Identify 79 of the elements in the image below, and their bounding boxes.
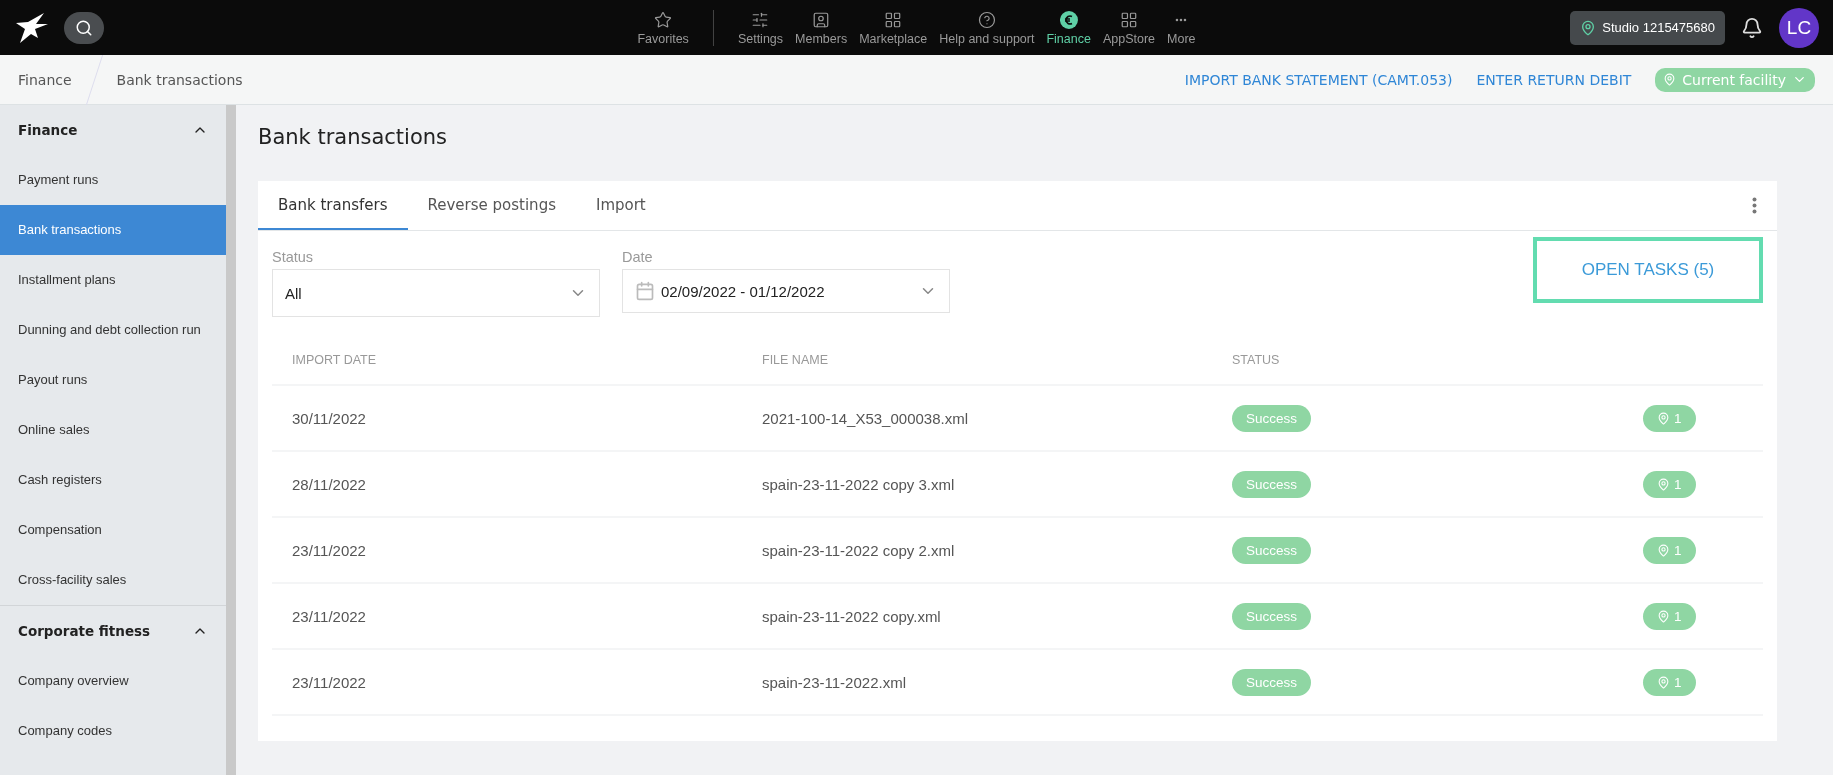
nav-item[interactable]: Help and support — [933, 9, 1041, 46]
nav-item[interactable]: Members — [789, 9, 854, 46]
sidebar-item[interactable]: Cross-facility sales — [0, 555, 226, 605]
table-cell-text: 28/11/2022 — [291, 475, 367, 493]
pin-icon — [1580, 19, 1597, 36]
sidebar-item[interactable]: Company codes — [0, 706, 226, 756]
tab[interactable]: Bank transfers — [258, 181, 408, 230]
nav-item[interactable]: Marketplace — [853, 9, 934, 46]
table-cell-text: 23/11/2022 — [291, 673, 367, 691]
user-avatar[interactable]: LC — [1779, 7, 1819, 48]
nav-item[interactable]: More — [1161, 9, 1202, 46]
nav-item[interactable]: AppStore — [1096, 9, 1162, 46]
tab[interactable]: Reverse postings — [407, 181, 576, 230]
tab[interactable]: Import — [575, 181, 666, 230]
euro-icon — [1059, 10, 1078, 29]
nav-item[interactable]: Finance — [1040, 9, 1097, 46]
pin-icon — [1657, 477, 1670, 491]
table-cell-text: 30/11/2022 — [291, 409, 367, 427]
location-count-tag: 1 — [1643, 668, 1696, 696]
sidebar-item[interactable]: Compensation — [0, 505, 226, 555]
search-icon — [75, 18, 93, 37]
action-link[interactable]: ENTER RETURN DEBIT — [1476, 71, 1632, 88]
sidebar-item[interactable]: Company overview — [0, 656, 226, 706]
help-icon — [977, 10, 996, 29]
table-cell-text: 23/11/2022 — [291, 607, 367, 625]
table-cell-text: 23/11/2022 — [291, 541, 367, 559]
table-cell-text: spain-23-11-2022 copy 2.xml — [761, 541, 956, 559]
status-tag: Success — [1232, 536, 1312, 564]
page-title: Bank transactions — [258, 125, 448, 149]
sidebar-group-header[interactable]: Finance — [0, 105, 226, 155]
column-header: FILE NAME — [761, 353, 829, 367]
sidebar-item[interactable]: Cash registers — [0, 455, 226, 505]
sidebar-item[interactable]: Online sales — [0, 405, 226, 455]
sliders-icon — [751, 10, 770, 29]
status-tag: Success — [1232, 602, 1312, 630]
pin-icon — [1663, 73, 1677, 86]
filter-label: Status — [272, 249, 315, 265]
pin-icon — [1657, 411, 1670, 425]
breadcrumb-link[interactable]: Bank transactions — [116, 71, 243, 88]
sidebar-item[interactable]: Installment plans — [0, 255, 226, 305]
member-card-icon — [812, 10, 831, 29]
location-count-tag: 1 — [1643, 470, 1696, 498]
filter-label: Date — [622, 249, 654, 265]
status-tag: Success — [1232, 404, 1312, 432]
search-button[interactable] — [64, 11, 104, 44]
status-tag: Success — [1232, 470, 1312, 498]
table-cell-text: spain-23-11-2022 copy 3.xml — [761, 475, 956, 493]
pin-icon — [1657, 543, 1670, 557]
nav-item[interactable]: Favorites — [631, 9, 695, 46]
sidebar-scrollbar[interactable] — [226, 105, 236, 775]
sidebar-item[interactable]: Dunning and debt collection run — [0, 305, 226, 355]
date-range-select[interactable]: 02/09/2022 - 01/12/2022 — [622, 269, 950, 313]
pin-icon — [1657, 675, 1670, 689]
location-count-tag: 1 — [1643, 404, 1696, 432]
table-cell-text: 2021-100-14_X53_000038.xml — [761, 409, 969, 427]
sidebar-item[interactable]: Payment runs — [0, 155, 226, 205]
sidebar-group-header[interactable]: Corporate fitness — [0, 606, 226, 656]
status-select[interactable]: All — [272, 269, 600, 317]
grid-icon — [884, 10, 903, 29]
location-count-tag: 1 — [1643, 536, 1696, 564]
kebab-icon — [1752, 197, 1757, 214]
grid-icon — [1120, 10, 1138, 29]
star-icon — [654, 10, 673, 29]
sidebar-item[interactable]: Payout runs — [0, 355, 226, 405]
breadcrumb-link[interactable]: Finance — [18, 71, 72, 88]
column-header: STATUS — [1231, 353, 1281, 367]
location-count-tag: 1 — [1643, 602, 1696, 630]
table-cell-text: spain-23-11-2022.xml — [761, 673, 907, 691]
notification-icon[interactable] — [1741, 16, 1763, 39]
table-cell-text: spain-23-11-2022 copy.xml — [761, 607, 942, 625]
pin-icon — [1657, 609, 1670, 623]
column-header: IMPORT DATE — [291, 353, 378, 367]
calendar-icon — [635, 281, 655, 301]
status-tag: Success — [1232, 668, 1312, 696]
action-link[interactable]: IMPORT BANK STATEMENT (CAMT.053) — [1184, 71, 1453, 88]
sidebar-item[interactable]: Bank transactions — [0, 205, 226, 255]
more-icon — [1175, 17, 1188, 22]
nav-item[interactable]: Settings — [731, 9, 790, 46]
studio-button[interactable]: Studio 1215475680 — [1570, 10, 1725, 45]
